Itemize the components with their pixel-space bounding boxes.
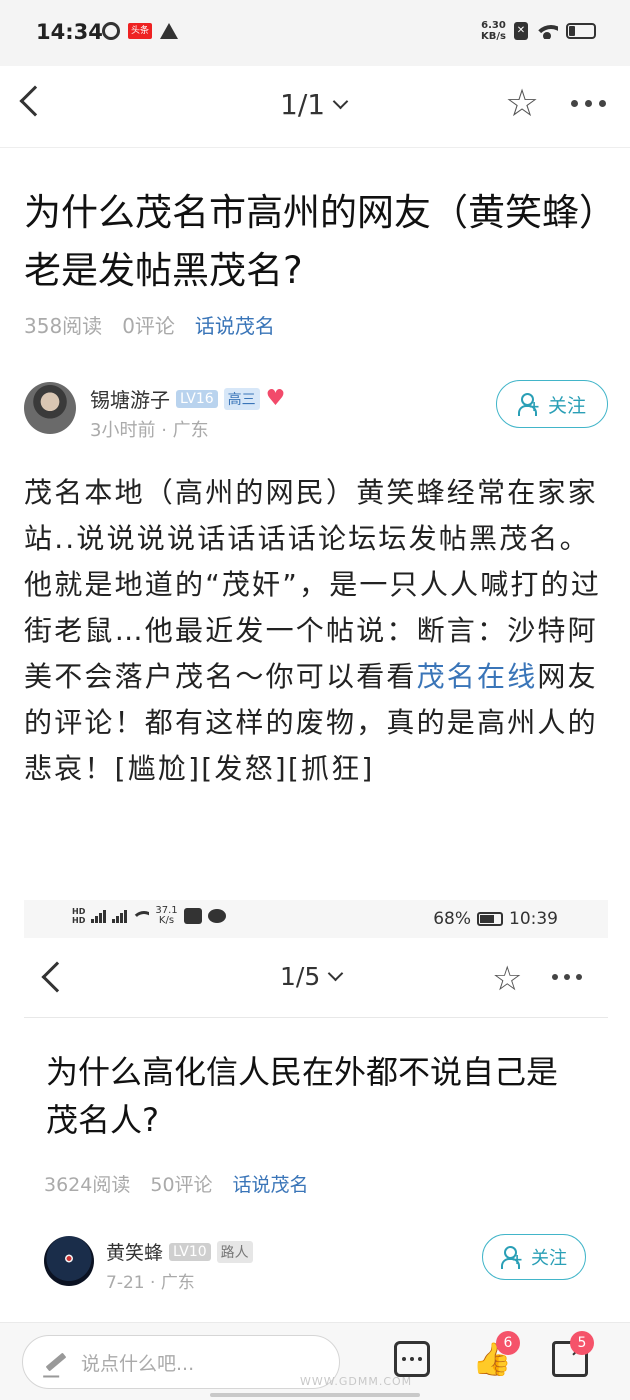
embedded-read-count: 3624阅读 <box>44 1174 131 1196</box>
embedded-page-indicator: 1/5 <box>280 962 344 991</box>
net-speed: 6.30 KB/s <box>481 20 506 42</box>
embedded-post-meta: 3624阅读 50评论 话说茂名 <box>44 1170 309 1197</box>
embedded-author-row: 黄笑蜂 LV10 路人 7-21 · 广东 + 关注 <box>44 1234 608 1293</box>
embedded-status-left: HD HD 37.1 K/s <box>72 906 226 926</box>
status-notification-icons: 头条 <box>102 22 179 40</box>
site-watermark: WWW.GDMM.COM <box>300 1375 413 1388</box>
toutiao-app-icon: 头条 <box>128 23 153 39</box>
more-options-icon <box>552 974 582 980</box>
embedded-status-right: 68% 10:39 <box>433 909 558 929</box>
share-count-badge: 5 <box>570 1331 594 1355</box>
author-info: 锡塘游子 LV16 高三 ♥ <box>90 384 285 413</box>
embedded-author-name: 黄笑蜂 <box>106 1242 164 1264</box>
maoming-online-link[interactable]: 茂名在线 <box>417 660 538 693</box>
favorite-star-icon[interactable]: ☆ <box>505 84 539 122</box>
no-sim-icon: ✕ <box>514 22 528 40</box>
topic-link[interactable]: 话说茂名 <box>195 310 275 339</box>
back-icon[interactable] <box>19 85 51 117</box>
embedded-time: 10:39 <box>509 909 558 929</box>
wifi-icon <box>133 910 150 922</box>
read-count: 358阅读 <box>24 314 103 338</box>
follow-button[interactable]: + 关注 <box>496 380 608 428</box>
back-icon <box>41 961 73 993</box>
author-row: 锡塘游子 LV16 高三 ♥ 3小时前 · 广东 + 关注 <box>24 380 608 442</box>
embedded-comment-count: 50评论 <box>150 1174 213 1196</box>
pencil-icon <box>45 1352 67 1372</box>
post-time: 3小时前 <box>90 420 156 441</box>
embedded-screenshot[interactable]: HD HD 37.1 K/s 68% 10:39 1/5 ☆ 为什么高化信人民在外… <box>24 900 608 1320</box>
net-speed-unit: KB/s <box>481 31 506 42</box>
post-meta: 358阅读 0评论 话说茂名 <box>24 310 275 339</box>
embedded-page-indicator-label: 1/5 <box>280 962 321 991</box>
author-sub: 3小时前 · 广东 <box>90 416 209 442</box>
hd-icon: HD HD <box>72 907 86 925</box>
embedded-nav-bar: 1/5 ☆ <box>24 938 608 1018</box>
warning-icon <box>160 23 179 39</box>
embedded-follow-label: 关注 <box>531 1248 567 1269</box>
add-user-icon: + <box>517 393 540 416</box>
embedded-post-location: 广东 <box>160 1273 195 1293</box>
top-nav-bar: 1/1 ☆ <box>0 66 630 148</box>
embedded-status-bar: HD HD 37.1 K/s 68% 10:39 <box>24 900 608 938</box>
chevron-down-icon <box>327 965 344 982</box>
page-indicator[interactable]: 1/1 <box>280 88 349 121</box>
embedded-author-info: 黄笑蜂 LV10 路人 <box>106 1238 253 1265</box>
more-options-icon[interactable] <box>571 100 606 107</box>
like-count-badge: 6 <box>496 1331 520 1355</box>
heart-icon: ♥ <box>265 385 286 411</box>
star-icon: ☆ <box>492 959 523 999</box>
battery-icon <box>477 912 503 926</box>
home-indicator[interactable] <box>210 1393 420 1397</box>
level-badge: LV10 <box>169 1242 211 1261</box>
comment-count: 0评论 <box>122 314 175 338</box>
embedded-battery-percent: 68% <box>433 909 471 929</box>
net-speed-value: 6.30 <box>481 20 506 31</box>
battery-icon <box>566 23 596 39</box>
separator-dot: · <box>161 420 173 441</box>
embedded-post-title: 为什么高化信人民在外都不说自己是茂名人? <box>46 1053 559 1139</box>
grade-badge: 高三 <box>223 387 260 410</box>
embedded-author-sub: 7-21 · 广东 <box>106 1268 195 1293</box>
status-system-icons: 6.30 KB/s ✕ <box>481 20 596 42</box>
battery-level-fill <box>569 26 575 36</box>
embedded-net-speed: 37.1 K/s <box>155 906 177 926</box>
author-name[interactable]: 锡塘游子 <box>90 384 170 413</box>
status-time: 14:34 <box>36 20 103 44</box>
embedded-post-time: 7-21 <box>106 1273 145 1293</box>
wifi-icon <box>536 23 558 39</box>
status-bar: 14:34 头条 6.30 KB/s ✕ <box>0 0 630 66</box>
post-title: 为什么茂名市高州的网友（黄笑蜂）老是发帖黑茂名? <box>24 191 598 292</box>
comment-icon[interactable] <box>394 1341 430 1377</box>
post-location: 广东 <box>172 420 209 441</box>
news-app-icon <box>183 908 202 924</box>
grade-badge: 路人 <box>216 1240 253 1263</box>
sync-icon <box>102 22 120 40</box>
level-badge: LV16 <box>176 389 218 408</box>
embedded-net-speed-unit: K/s <box>158 915 175 926</box>
avatar[interactable] <box>24 382 76 434</box>
bottom-action-bar: 说点什么吧... 👍 6 5 WWW.GDMM.COM <box>0 1322 630 1400</box>
separator-dot: · <box>150 1273 161 1293</box>
add-user-icon: + <box>501 1246 523 1269</box>
comment-input[interactable]: 说点什么吧... <box>22 1335 340 1389</box>
embedded-topic: 话说茂名 <box>232 1174 309 1196</box>
comment-placeholder: 说点什么吧... <box>81 1352 195 1375</box>
avatar <box>44 1236 94 1286</box>
post-body: 茂名本地（高州的网民）黄笑蜂经常在家家站..说说说说话话话话论坛坛发帖黑茂名。他… <box>24 470 610 792</box>
embedded-follow-button: + 关注 <box>482 1234 586 1280</box>
signal-icon <box>112 909 128 923</box>
follow-label: 关注 <box>547 394 586 417</box>
page-indicator-label: 1/1 <box>280 88 326 121</box>
chevron-down-icon <box>332 93 349 110</box>
signal-icon <box>91 909 107 923</box>
wechat-icon <box>207 909 226 923</box>
